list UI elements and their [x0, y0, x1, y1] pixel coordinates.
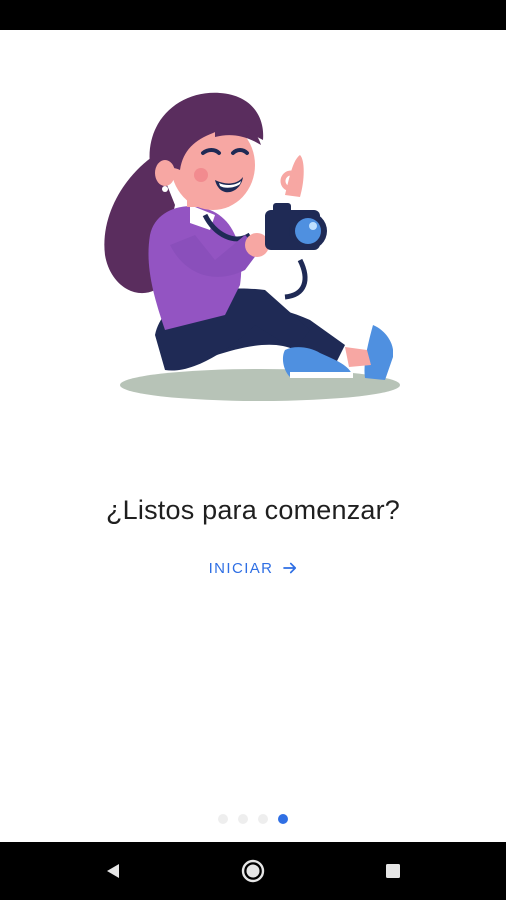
home-button[interactable]: [238, 856, 268, 886]
page-title: ¿Listos para comenzar?: [105, 495, 401, 525]
page-dot[interactable]: [238, 814, 248, 824]
page-dot[interactable]: [218, 814, 228, 824]
back-button[interactable]: [98, 856, 128, 886]
start-button-label: INICIAR: [208, 559, 274, 577]
status-bar: [0, 0, 506, 30]
navigation-bar: [0, 842, 506, 900]
start-button[interactable]: INICIAR: [196, 550, 312, 586]
photographer-illustration: [104, 92, 401, 401]
page-dot-active[interactable]: [278, 814, 288, 824]
page-dot[interactable]: [258, 814, 268, 824]
recents-icon: [386, 864, 400, 878]
back-icon: [107, 864, 119, 878]
recents-button[interactable]: [378, 856, 408, 886]
arrow-right-icon: [283, 562, 297, 574]
page-indicator: [0, 814, 506, 824]
onboarding-screen: ¿Listos para comenzar? INICIAR: [0, 0, 506, 900]
home-icon: [241, 859, 265, 883]
